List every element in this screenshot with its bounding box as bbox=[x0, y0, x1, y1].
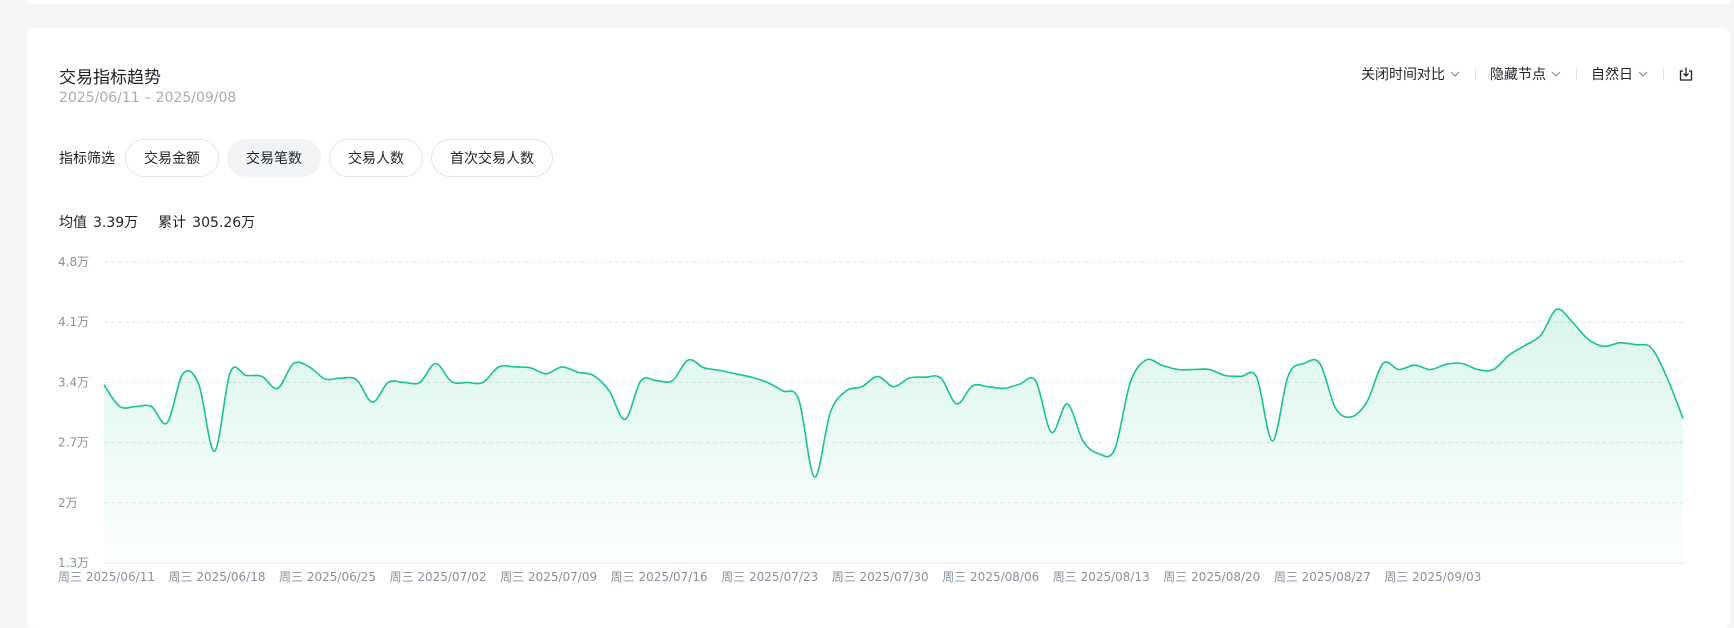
x-tick-label: 周三 2025/06/18 bbox=[169, 570, 266, 584]
x-tick-label: 周三 2025/08/27 bbox=[1274, 570, 1371, 584]
x-tick-label: 周三 2025/06/11 bbox=[58, 570, 155, 584]
y-tick-label: 3.4万 bbox=[58, 375, 89, 389]
y-tick-label: 2万 bbox=[58, 496, 78, 510]
series-area bbox=[104, 309, 1683, 563]
y-tick-label: 4.8万 bbox=[58, 255, 89, 269]
x-tick-label: 周三 2025/09/03 bbox=[1384, 570, 1481, 584]
y-tick-label: 2.7万 bbox=[58, 436, 89, 450]
x-tick-label: 周三 2025/06/25 bbox=[279, 570, 376, 584]
x-tick-label: 周三 2025/07/23 bbox=[721, 570, 818, 584]
x-tick-label: 周三 2025/08/06 bbox=[942, 570, 1039, 584]
x-tick-label: 周三 2025/08/13 bbox=[1053, 570, 1150, 584]
y-tick-label: 1.3万 bbox=[58, 556, 89, 570]
y-tick-label: 4.1万 bbox=[58, 315, 89, 329]
trend-chart[interactable]: 1.3万 2万 2.7万 3.4万 4.1万 4.8万 周三 2025/06/11 周三 2… bbox=[0, 0, 1734, 616]
x-tick-label: 周三 2025/07/30 bbox=[832, 570, 929, 584]
x-tick-label: 周三 2025/07/16 bbox=[611, 570, 708, 584]
x-tick-label: 周三 2025/07/09 bbox=[500, 570, 597, 584]
x-tick-label: 周三 2025/07/02 bbox=[390, 570, 487, 584]
x-tick-label: 周三 2025/08/20 bbox=[1163, 570, 1260, 584]
